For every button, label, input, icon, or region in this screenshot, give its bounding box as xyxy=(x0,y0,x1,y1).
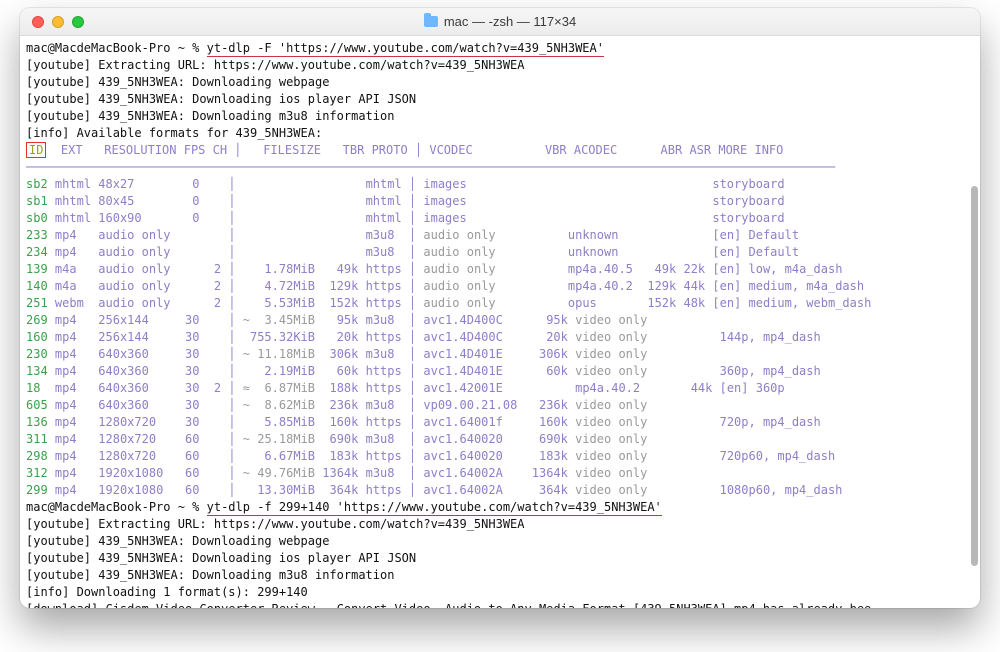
close-icon[interactable] xyxy=(32,16,44,28)
format-row: 139 m4a audio only 2 │ 1.78MiB 49k https… xyxy=(26,261,974,278)
format-row: 136 mp4 1280x720 30 │ 5.85MiB 160k https… xyxy=(26,414,974,431)
log-line: [youtube] 439_5NH3WEA: Downloading webpa… xyxy=(26,74,974,91)
format-row: 140 m4a audio only 2 │ 4.72MiB 129k http… xyxy=(26,278,974,295)
format-row: 160 mp4 256x144 30 │ 755.32KiB 20k https… xyxy=(26,329,974,346)
id-column-highlight: ID xyxy=(26,142,46,158)
format-row: 230 mp4 640x360 30 │ ~ 11.18MiB 306k m3u… xyxy=(26,346,974,363)
titlebar: mac — -zsh — 117×34 xyxy=(20,8,980,36)
log-line: [youtube] Extracting URL: https://www.yo… xyxy=(26,516,974,533)
separator: ────────────────────────────────────────… xyxy=(26,159,974,176)
terminal-output[interactable]: mac@MacdeMacBook-Pro ~ % yt-dlp -F 'http… xyxy=(20,36,980,608)
prompt-line: mac@MacdeMacBook-Pro ~ % yt-dlp -F 'http… xyxy=(26,40,974,57)
format-header: ID EXT RESOLUTION FPS CH │ FILESIZE TBR … xyxy=(26,142,974,159)
log-line: [youtube] 439_5NH3WEA: Downloading webpa… xyxy=(26,533,974,550)
format-row: 234 mp4 audio only │ m3u8 │ audio only u… xyxy=(26,244,974,261)
format-row: sb2 mhtml 48x27 0 │ mhtml │ images story… xyxy=(26,176,974,193)
log-line: [info] Available formats for 439_5NH3WEA… xyxy=(26,125,974,142)
window-title: mac — -zsh — 117×34 xyxy=(20,14,980,29)
window-title-text: mac — -zsh — 117×34 xyxy=(444,14,576,29)
terminal-area[interactable]: mac@MacdeMacBook-Pro ~ % yt-dlp -F 'http… xyxy=(20,36,980,608)
format-row: 298 mp4 1280x720 60 │ 6.67MiB 183k https… xyxy=(26,448,974,465)
format-row: 18 mp4 640x360 30 2 │ ≈ 6.87MiB 188k htt… xyxy=(26,380,974,397)
format-row: 299 mp4 1920x1080 60 │ 13.30MiB 364k htt… xyxy=(26,482,974,499)
format-row: sb0 mhtml 160x90 0 │ mhtml │ images stor… xyxy=(26,210,974,227)
terminal-window: mac — -zsh — 117×34 mac@MacdeMacBook-Pro… xyxy=(20,8,980,608)
command-text: yt-dlp -f 299+140 'https://www.youtube.c… xyxy=(207,500,662,516)
format-row: 605 mp4 640x360 30 │ ~ 8.62MiB 236k m3u8… xyxy=(26,397,974,414)
log-line: [download] Cisdem Video Converter Review… xyxy=(26,601,974,608)
log-line: [youtube] Extracting URL: https://www.yo… xyxy=(26,57,974,74)
format-row: 312 mp4 1920x1080 60 │ ~ 49.76MiB 1364k … xyxy=(26,465,974,482)
log-line: [youtube] 439_5NH3WEA: Downloading ios p… xyxy=(26,91,974,108)
format-row: 311 mp4 1280x720 60 │ ~ 25.18MiB 690k m3… xyxy=(26,431,974,448)
minimize-icon[interactable] xyxy=(52,16,64,28)
prompt-line: mac@MacdeMacBook-Pro ~ % yt-dlp -f 299+1… xyxy=(26,499,974,516)
command-text: yt-dlp -F 'https://www.youtube.com/watch… xyxy=(207,41,604,57)
log-line: [youtube] 439_5NH3WEA: Downloading m3u8 … xyxy=(26,567,974,584)
format-row: 251 webm audio only 2 │ 5.53MiB 152k htt… xyxy=(26,295,974,312)
log-line: [info] Downloading 1 format(s): 299+140 xyxy=(26,584,974,601)
zoom-icon[interactable] xyxy=(72,16,84,28)
format-row: 134 mp4 640x360 30 │ 2.19MiB 60k https │… xyxy=(26,363,974,380)
log-line: [youtube] 439_5NH3WEA: Downloading ios p… xyxy=(26,550,974,567)
format-row: 269 mp4 256x144 30 │ ~ 3.45MiB 95k m3u8 … xyxy=(26,312,974,329)
log-line: [youtube] 439_5NH3WEA: Downloading m3u8 … xyxy=(26,108,974,125)
format-row: 233 mp4 audio only │ m3u8 │ audio only u… xyxy=(26,227,974,244)
window-controls xyxy=(20,16,84,28)
folder-icon xyxy=(424,16,438,27)
format-row: sb1 mhtml 80x45 0 │ mhtml │ images story… xyxy=(26,193,974,210)
scrollbar-thumb[interactable] xyxy=(971,186,978,566)
